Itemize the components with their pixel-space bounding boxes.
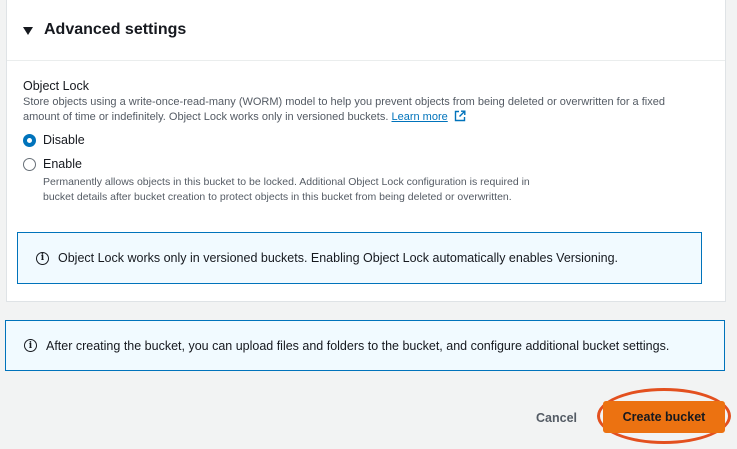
enable-description: Permanently allows objects in this bucke…	[43, 176, 530, 203]
radio-label-enable: Enable	[43, 157, 82, 171]
object-lock-info-alert: i Object Lock works only in versioned bu…	[17, 232, 702, 284]
radio-enable[interactable]: Enable	[23, 156, 725, 172]
info-alert-text: Object Lock works only in versioned buck…	[58, 251, 619, 265]
learn-more-link[interactable]: Learn more	[391, 111, 447, 123]
info-alert-text: After creating the bucket, you can uploa…	[46, 338, 670, 353]
object-lock-description: Store objects using a write-once-read-ma…	[23, 96, 665, 123]
panel-title: Advanced settings	[44, 21, 187, 38]
radio-button[interactable]	[23, 157, 36, 171]
radio-button-selected[interactable]	[23, 133, 36, 147]
info-icon: i	[36, 251, 49, 265]
radio-label-disable: Disable	[43, 133, 85, 147]
external-link-icon[interactable]	[454, 110, 466, 122]
info-icon: i	[24, 339, 37, 352]
radio-disable[interactable]: Disable	[23, 132, 725, 148]
cancel-button[interactable]: Cancel	[536, 411, 577, 425]
bucket-info-alert: i After creating the bucket, you can upl…	[5, 320, 725, 371]
caret-down-icon	[23, 26, 33, 35]
advanced-settings-toggle[interactable]: Advanced settings	[7, 0, 725, 61]
create-bucket-button[interactable]: Create bucket	[603, 401, 725, 433]
object-lock-label: Object Lock	[23, 79, 90, 93]
